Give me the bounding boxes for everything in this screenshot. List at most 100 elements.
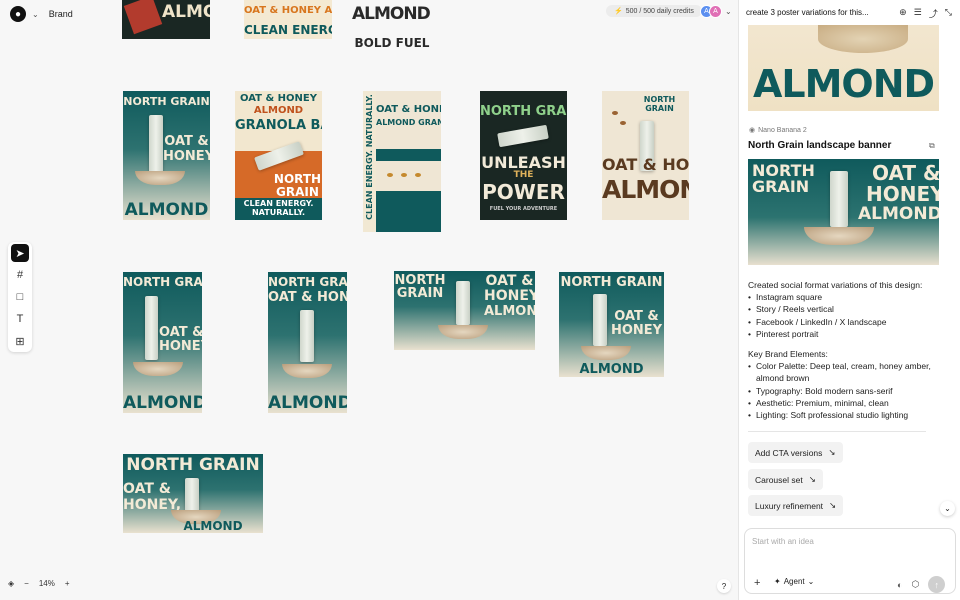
banner-flavor: ALMOND [858,204,939,224]
poster-graphic [123,0,163,35]
bowl-graphic [438,325,488,339]
generated-banner-image[interactable]: NORTH GRAIN OAT & HONEY ALMOND [748,159,939,265]
suggestion-chip[interactable]: Carousel set ↘ [748,469,823,490]
history-icon[interactable]: ☰ [914,7,922,20]
poster-text: ALMOND [253,105,304,116]
suggestion-label: Luxury refinement [755,500,824,511]
almond-graphic [612,111,618,115]
layers-icon[interactable]: ◈ [8,579,14,588]
credits-text: 500 / 500 daily credits [625,7,694,15]
banner-flavor: HONEY [866,182,939,206]
poster-text: BOLD FUEL [354,36,430,50]
project-name: Brand [48,9,73,19]
palette-icon[interactable]: ◐ [897,580,902,590]
poster-brand: NORTH [643,95,676,104]
open-image-icon[interactable]: ⧉ [929,141,935,151]
list-item: Facebook / LinkedIn / X landscape [748,316,938,328]
poster-r2-1[interactable]: NORTH GRAIN OAT & HONEY ALMOND [123,91,210,220]
poster-r2-4[interactable]: NORTH GRAIN UNLEASH THE POWER FUEL YOUR … [480,91,567,220]
workspace-switcher[interactable]: ● ⌄ Brand [10,6,73,22]
suggestion-chip[interactable]: Add CTA versions ↘ [748,442,843,463]
list-item: Typography: Bold modern sans-serif [748,385,938,397]
chat-panel: create 3 poster variations for this... ⊕… [738,0,960,600]
suggestion-chip[interactable]: Luxury refinement ↘ [748,495,844,516]
product-bar [830,171,848,227]
cube-icon[interactable]: ⬡ [911,579,919,590]
poster-flavor: OAT & [614,309,659,324]
model-label: ◉ Nano Banana 2 [749,126,807,135]
brand-elements-list: Color Palette: Deep teal, cream, honey a… [748,360,938,421]
bowl-graphic [135,171,185,185]
banner-flavor: OAT & [872,161,939,185]
poster-brand: NORTH GRAIN [268,275,347,289]
generated-image[interactable]: ALMOND [748,25,939,111]
poster-bottom: ALMOND [124,200,209,220]
assistant-message: Created social format variations of this… [748,279,938,340]
poster-flavor: HONEY [610,323,663,338]
collapse-icon[interactable]: ⤡ [945,7,952,20]
collaborators[interactable]: A A ⌄ [700,5,732,18]
zoom-level[interactable]: 14% [39,579,55,588]
list-item: Aesthetic: Premium, minimal, clean [748,397,938,409]
share-icon[interactable]: ⤴ [929,7,938,20]
bowl-graphic [581,346,631,360]
poster-graphic [376,161,441,191]
poster-r2-3[interactable]: CLEAN ENERGY. NATURALLY. OAT & HONEY ALM… [363,91,441,232]
poster-text: THE [513,170,534,180]
poster-top-3[interactable]: ALMOND GRANOLA BOLD FUEL [352,0,432,50]
new-chat-icon[interactable]: ⊕ [899,7,907,20]
avatar: A [709,5,722,18]
poster-brand: NORTH GRAIN [123,95,210,108]
zoom-in-button[interactable]: + [65,579,70,588]
poster-flavor: HONEY, [123,497,182,513]
panel-title: create 3 poster variations for this... [746,8,869,17]
chat-thread[interactable]: ALMOND ◉ Nano Banana 2 North Grain lands… [739,25,960,525]
product-bar [497,124,549,148]
poster-r3-1[interactable]: NORTH GRAIN OAT & HONEY ALMOND [123,272,202,413]
poster-text: NATURALLY. [251,208,306,217]
poster-text: NORTH [273,172,322,186]
composer: + ✦ Agent ⌄ ◐ ⬡ ↑ [744,528,956,594]
frame-tool-icon[interactable]: # [11,266,29,284]
poster-top-1[interactable]: ALMOND [122,0,210,39]
poster-r2-5[interactable]: NORTH GRAIN OAT & HONEY ALMOND [602,91,689,220]
arrow-icon: ↘ [808,474,816,484]
assistant-message: Key Brand Elements: Color Palette: Deep … [748,348,938,421]
bowl-graphic [133,362,183,376]
almond-graphic [415,173,421,177]
credits-badge[interactable]: ⚡ 500 / 500 daily credits [606,5,702,17]
poster-r4-1[interactable]: NORTH GRAIN OAT & HONEY, ALMOND [123,454,263,533]
scroll-down-button[interactable]: ⌄ [940,501,955,516]
product-bar [593,294,607,346]
poster-r3-4[interactable]: NORTH GRAIN OAT & HONEY ALMOND [559,272,664,377]
select-tool-icon[interactable]: ➤ [11,244,29,262]
poster-text: UNLEASH [481,153,566,172]
poster-r3-2[interactable]: NORTH GRAIN OAT & HONEY ALMOND [268,272,347,413]
bolt-icon: ⚡ [614,8,623,15]
poster-bottom: ALMOND [123,393,202,413]
poster-top-2[interactable]: OAT & HONEY ALMOND CLEAN ENERGY [244,0,332,39]
zoom-out-button[interactable]: − [24,579,29,588]
agent-selector[interactable]: ✦ Agent ⌄ [774,577,814,586]
text-tool-icon[interactable]: T [11,310,29,328]
poster-brand: NORTH GRAIN [126,455,260,475]
almond-graphic [620,121,626,125]
eye-icon: ◉ [749,127,756,134]
prompt-input[interactable] [752,537,942,546]
poster-r3-3[interactable]: NORTH GRAIN OAT & HONEY ALMOND [394,271,535,350]
format-list: Instagram square Story / Reels vertical … [748,291,938,340]
rectangle-tool-icon[interactable]: □ [11,288,29,306]
send-button[interactable]: ↑ [928,576,946,593]
attach-icon[interactable]: + [754,577,760,589]
help-button[interactable]: ? [717,579,731,593]
panel-header-actions: ⊕ ☰ ⤴ ⤡ [899,7,952,20]
poster-text: OAT & HONEY ALMOND [244,5,332,16]
poster-brand: GRAIN [645,104,674,113]
poster-r2-2[interactable]: OAT & HONEY ALMOND GRANOLA BAR NORTH GRA… [235,91,322,220]
almond-graphic [387,173,393,177]
insert-tool-icon[interactable]: ⊞ [11,332,29,350]
arrow-icon: ↘ [828,447,836,457]
canvas[interactable]: ● ⌄ Brand ⚡ 500 / 500 daily credits A A … [0,0,738,600]
product-bar [456,281,470,325]
poster-bottom: ALMOND [579,362,644,377]
